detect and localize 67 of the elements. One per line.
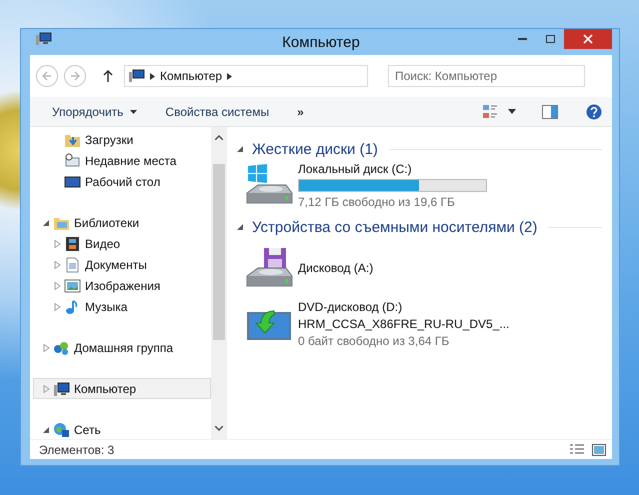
address-bar[interactable]: Компьютер: [124, 65, 368, 87]
breadcrumb[interactable]: Компьютер: [160, 69, 222, 83]
minimize-icon: [518, 38, 526, 40]
help-icon: [586, 104, 602, 120]
recent-places-icon: [64, 152, 81, 168]
scrollbar-thumb[interactable]: [213, 164, 225, 340]
picture-icon: [64, 278, 81, 294]
item-count: Элементов: 3: [39, 442, 114, 456]
chevron-right-icon: [227, 72, 232, 80]
scrollbar[interactable]: [211, 127, 227, 439]
window-title: Компьютер: [282, 34, 360, 51]
group-heading[interactable]: Жесткие диски (1): [252, 140, 378, 158]
drive-item[interactable]: DVD-дисковод (D:) HRM_CCSA_X86FRE_RU-RU_DV5_... 0 байт свободно из 3,64 ГБ: [237, 297, 602, 351]
volume-label: HRM_CCSA_X86FRE_RU-RU_DV5_...: [298, 317, 510, 331]
view-list-icon: [482, 104, 498, 120]
network-globe-icon: [53, 422, 70, 438]
drive-name: Дисковод (A:): [298, 261, 374, 275]
free-space-text: 7,12 ГБ свободно из 19,6 ГБ: [298, 194, 456, 208]
nav-tree-item[interactable]: Сеть: [33, 419, 211, 440]
document-icon: [64, 256, 81, 272]
nav-tree-item[interactable]: Компьютер: [33, 378, 211, 399]
large-icons-view-icon[interactable]: [592, 444, 606, 456]
expanded-arrow-icon[interactable]: [43, 218, 50, 226]
close-icon: [583, 34, 593, 44]
computer-icon: [36, 32, 52, 46]
nav-tree-item[interactable]: Изображения: [33, 275, 211, 296]
view-options-button[interactable]: [482, 104, 516, 120]
computer-icon: [129, 69, 145, 83]
preview-pane-button[interactable]: [542, 104, 558, 118]
preview-pane-icon: [542, 104, 558, 118]
drive-name: DVD-дисковод (D:): [298, 300, 404, 314]
search-field[interactable]: Поиск: Компьютер: [388, 65, 585, 87]
forward-arrow-icon: [70, 71, 80, 81]
caret-icon: [508, 109, 516, 114]
close-button[interactable]: [564, 29, 612, 49]
more-commands-button[interactable]: »: [297, 104, 304, 118]
back-arrow-icon: [42, 71, 52, 81]
organize-menu[interactable]: Упорядочить: [52, 104, 138, 118]
nav-tree-item[interactable]: Домашняя группа: [33, 337, 211, 358]
free-space-text: 0 байт свободно из 3,64 ГБ: [298, 334, 450, 348]
desktop-icon: [64, 174, 81, 190]
nav-tree-item[interactable]: Документы: [33, 254, 211, 275]
drive-name: Локальный диск (C:): [298, 162, 413, 176]
drive-item[interactable]: Дисковод (A:): [237, 239, 602, 297]
group-heading[interactable]: Устройства со съемными носителями (2): [252, 218, 538, 236]
nav-tree-item[interactable]: Недавние места: [33, 150, 211, 171]
homegroup-icon: [53, 340, 70, 356]
nav-tree-item[interactable]: Библиотеки: [33, 212, 211, 233]
up-arrow-icon: [103, 70, 113, 82]
computer-icon: [53, 380, 70, 396]
caret-icon: [130, 110, 138, 114]
drive-item[interactable]: Локальный диск (C:) 7,12 ГБ свободно из 19,6 ГБ: [237, 161, 602, 209]
chevron-right-icon: [150, 72, 155, 80]
scroll-up-icon[interactable]: [215, 135, 223, 140]
nav-tree-item[interactable]: Музыка: [33, 296, 211, 317]
maximize-icon: [546, 35, 554, 43]
expanded-arrow-icon[interactable]: [43, 426, 50, 434]
scroll-down-icon[interactable]: [215, 426, 223, 431]
expanded-arrow-icon[interactable]: [237, 145, 244, 153]
nav-tree-item[interactable]: Видео: [33, 233, 211, 254]
film-strip-icon: [64, 236, 81, 252]
help-button[interactable]: [586, 104, 602, 120]
expanded-arrow-icon[interactable]: [237, 223, 244, 231]
details-view-icon[interactable]: [570, 444, 584, 456]
nav-tree-item[interactable]: Загрузки: [33, 129, 211, 150]
toolbar-button[interactable]: Свойства системы: [165, 104, 270, 118]
nav-tree-item[interactable]: Рабочий стол: [33, 171, 211, 192]
